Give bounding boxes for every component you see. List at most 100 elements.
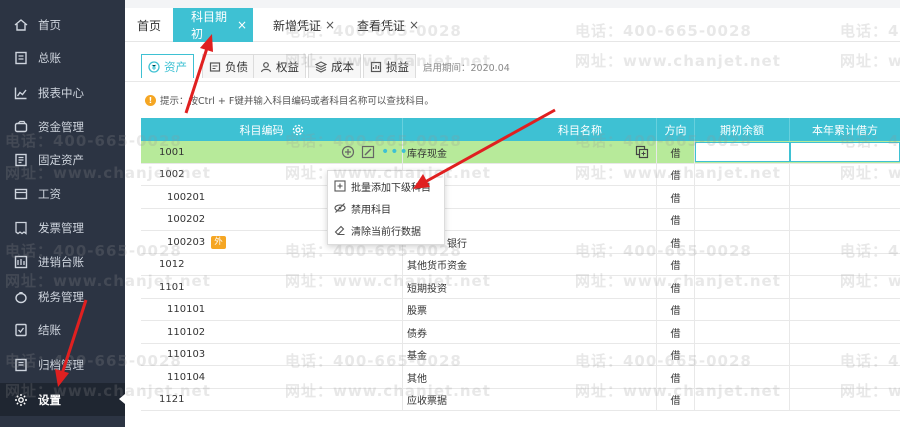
table-row[interactable]: 110103 基金 借 [141,343,900,366]
gear-icon [15,393,27,406]
menu-item-label: 禁用科目 [351,204,391,216]
ytd-debit-cell[interactable] [790,254,900,276]
menu-item-clear-row[interactable]: 清除当前行数据 [328,219,446,241]
ytd-debit-cell[interactable] [790,299,900,321]
table-row[interactable]: 110102 债券 借 [141,321,900,344]
tab-opening-balance[interactable]: 科目期初 × [173,8,253,42]
close-icon[interactable]: × [325,18,335,32]
sidebar-item-label: 报表中心 [38,85,84,100]
subtab-equity[interactable]: 权益 [253,54,306,78]
subtab-label: 损益 [386,59,409,74]
opening-balance-cell[interactable] [695,343,790,366]
menu-item-disable-account[interactable]: 禁用科目 [328,197,446,219]
table-row[interactable]: 1012 其他货币资金 借 [141,253,900,276]
opening-balance-cell[interactable] [695,388,790,411]
edit-icon[interactable] [361,145,375,159]
opening-balance-cell[interactable] [695,231,790,253]
opening-balance-cell[interactable] [695,163,790,186]
ytd-debit-cell[interactable] [790,186,900,208]
ytd-debit-cell[interactable] [790,231,900,253]
sidebar-item-label: 归档管理 [38,357,84,372]
sidebar-item-invoices[interactable]: 发票管理 [0,211,125,244]
table-row[interactable]: 100203 外 银行 借 [141,231,900,254]
subtab-profit-loss[interactable]: 损益 [363,54,416,78]
disable-icon [334,203,346,213]
sidebar-item-label: 总账 [38,50,61,65]
table-row[interactable]: 1001 ••• 库存现金 借 [141,141,900,164]
sidebar: 首页 总账 报表中心 资金管理 固定资产 工资 发票管理 进销台账 税务管理 结… [0,0,125,427]
opening-balance-cell[interactable] [695,321,790,343]
row-direction: 借 [657,343,695,366]
opening-balance-cell[interactable] [695,298,790,321]
menu-item-batch-add-subaccounts[interactable]: 批量添加下级科目 [328,175,446,197]
row-direction: 借 [657,163,695,186]
opening-balance-cell[interactable] [695,253,790,276]
sidebar-item-tax[interactable]: 税务管理 [0,280,125,313]
row-code: 110103 [141,343,403,366]
add-icon[interactable] [341,145,355,159]
sidebar-item-ledger[interactable]: 总账 [0,41,125,74]
header-code[interactable]: 科目编码 [141,118,403,141]
opening-balance-cell[interactable] [695,366,790,388]
liability-icon [209,61,221,72]
ytd-debit-cell[interactable] [790,276,900,298]
sidebar-item-salary[interactable]: 工资 [0,177,125,210]
top-strip [125,0,900,8]
ytd-debit-cell[interactable] [790,366,900,388]
sidebar-item-archive[interactable]: 归档管理 [0,348,125,381]
ytd-debit-cell[interactable] [790,344,900,366]
table-row[interactable]: 110104 其他 借 [141,366,900,389]
subtab-cost[interactable]: 成本 [308,54,361,78]
row-direction: 借 [657,208,695,231]
table-row[interactable]: 1002 借 [141,163,900,186]
row-code: 110102 [141,321,403,343]
ytd-debit-cell[interactable] [790,389,900,411]
subtab-assets[interactable]: 资产 [141,54,194,78]
row-direction: 借 [657,366,695,388]
table-row[interactable]: 1101 短期投资 借 [141,276,900,299]
tab-view-voucher[interactable]: 查看凭证 × [357,8,419,42]
tab-bar: 首页 科目期初 × 新增凭证 × 查看凭证 × [125,0,900,42]
profit-loss-icon [370,61,382,72]
table-row[interactable]: 100201 借 [141,186,900,209]
sidebar-item-fixed-assets[interactable]: 固定资产 [0,143,125,176]
ytd-debit-cell[interactable] [790,164,900,186]
close-icon[interactable]: × [237,18,247,32]
opening-balance-input[interactable] [695,142,790,162]
ytd-debit-input[interactable] [790,142,900,162]
menu-item-label: 清除当前行数据 [351,226,421,238]
table-row[interactable]: 100202 借 [141,208,900,231]
archive-icon [15,358,27,371]
row-code: 110101 [141,298,403,321]
sidebar-item-inventory[interactable]: 进销台账 [0,245,125,278]
opening-balance-cell[interactable] [695,186,790,208]
tab-new-voucher[interactable]: 新增凭证 × [273,8,335,42]
header-direction: 方向 [657,118,695,141]
table-row[interactable]: 110101 股票 借 [141,298,900,321]
sidebar-item-label: 结账 [38,322,61,337]
ytd-debit-cell[interactable] [790,209,900,231]
gear-icon[interactable] [292,124,304,136]
sidebar-item-closing[interactable]: 结账 [0,313,125,346]
active-indicator [119,394,125,404]
asset-icon [15,153,27,166]
sidebar-item-reports[interactable]: 报表中心 [0,76,125,109]
opening-balance-cell[interactable] [695,276,790,298]
copy-icon[interactable] [635,145,649,159]
tab-label: 科目期初 [191,10,228,41]
sidebar-item-funds[interactable]: 资金管理 [0,110,125,143]
period-label: 启用期间：2020.04 [423,63,510,74]
salary-icon [14,188,28,199]
opening-balance-cell[interactable] [695,208,790,231]
home-icon [14,18,28,31]
sidebar-item-label: 工资 [38,186,61,201]
ytd-debit-cell[interactable] [790,321,900,343]
close-icon[interactable]: × [409,18,419,32]
row-code: 110104 [141,366,403,388]
table-row[interactable]: 1121 应收票据 借 [141,388,900,411]
sidebar-item-home[interactable]: 首页 [0,8,125,41]
subtab-liabilities[interactable]: 负债 [202,54,255,78]
clear-icon [334,225,345,236]
tab-home[interactable]: 首页 [137,8,161,42]
sidebar-item-settings[interactable]: 设置 [0,383,125,416]
